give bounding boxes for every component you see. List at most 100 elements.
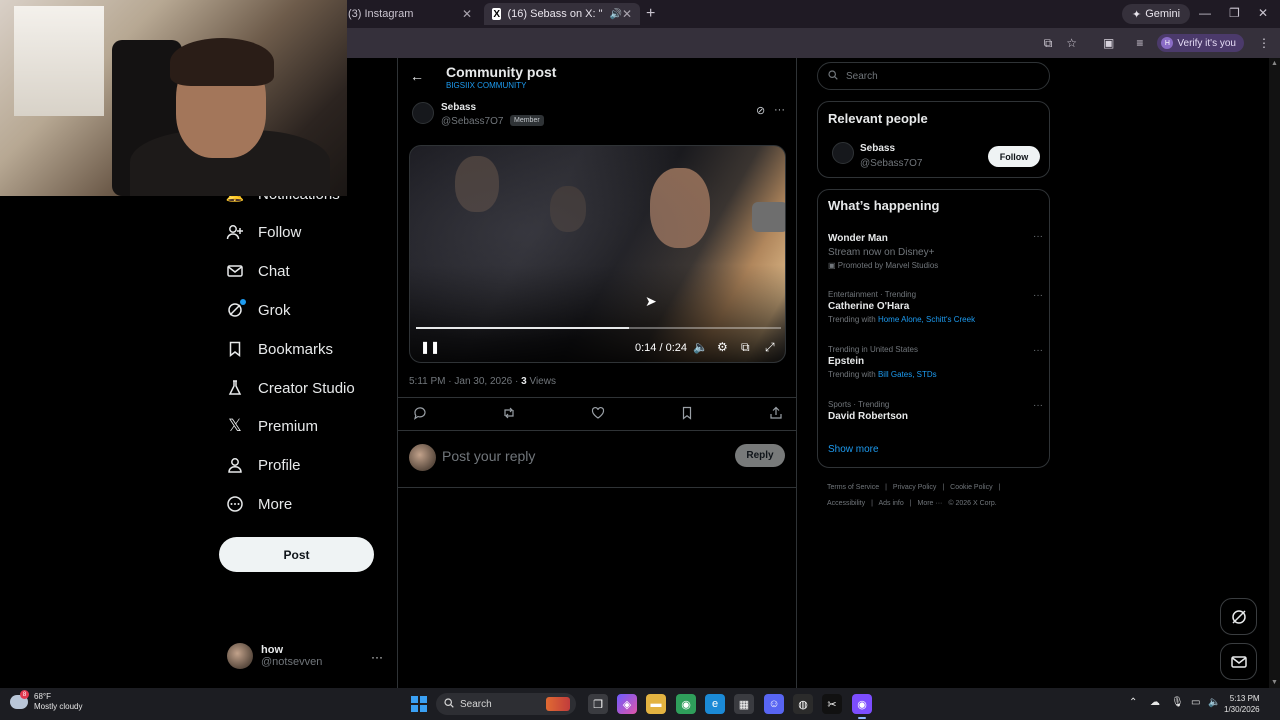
close-window-button[interactable]: ✕ bbox=[1258, 6, 1268, 20]
scroll-up-icon[interactable]: ▲ bbox=[1271, 60, 1278, 67]
nav-item-creator-studio[interactable]: Creator Studio bbox=[226, 374, 355, 402]
nav-item-more[interactable]: More bbox=[226, 490, 292, 518]
cast-icon[interactable]: ⧉ bbox=[1044, 36, 1053, 51]
sparkle-icon: ✦ bbox=[1132, 8, 1142, 21]
pause-icon[interactable]: ❚❚ bbox=[420, 340, 440, 354]
like-icon[interactable] bbox=[591, 406, 605, 423]
chrome-profile-icon[interactable]: ◉ bbox=[852, 694, 872, 719]
messages-fab-button[interactable] bbox=[1220, 643, 1257, 680]
show-more-link[interactable]: Show more bbox=[828, 444, 879, 455]
grok-fab-button[interactable] bbox=[1220, 598, 1257, 635]
file-explorer-icon[interactable]: ▬ bbox=[646, 694, 666, 714]
reply-input[interactable]: Post your reply bbox=[442, 448, 535, 464]
video-progress-bar[interactable] bbox=[416, 327, 781, 329]
follow-button[interactable]: Follow bbox=[988, 146, 1040, 167]
nav-item-premium[interactable]: 𝕏 Premium bbox=[226, 412, 318, 440]
close-icon[interactable]: ✕ bbox=[462, 7, 472, 21]
store-icon[interactable]: ▦ bbox=[734, 694, 754, 714]
footer-separator: | bbox=[885, 484, 887, 491]
author-name[interactable]: Sebass bbox=[441, 102, 476, 113]
person-name[interactable]: Sebass bbox=[860, 143, 895, 154]
nav-item-bookmarks[interactable]: Bookmarks bbox=[226, 335, 333, 363]
onedrive-icon[interactable]: ☁ bbox=[1150, 697, 1160, 708]
nav-item-follow[interactable]: Follow bbox=[226, 218, 301, 246]
nav-item-grok[interactable]: Grok bbox=[226, 296, 291, 324]
more-horizontal-icon[interactable]: ··· bbox=[1033, 345, 1043, 356]
trend-item[interactable]: Entertainment · Trending Catherine O'Har… bbox=[828, 290, 1043, 324]
footer-link[interactable]: More ··· bbox=[918, 500, 943, 507]
minimize-button[interactable]: — bbox=[1199, 6, 1211, 20]
more-horizontal-icon[interactable]: ··· bbox=[774, 104, 785, 116]
microphone-icon[interactable]: 🎙 bbox=[1171, 697, 1184, 708]
more-horizontal-icon[interactable]: ··· bbox=[1033, 290, 1043, 301]
settings-icon[interactable]: ⚙ bbox=[717, 340, 728, 354]
new-tab-button[interactable]: + bbox=[646, 5, 655, 23]
pip-icon[interactable]: ⧉ bbox=[741, 340, 750, 355]
search-input[interactable]: Search bbox=[817, 62, 1050, 90]
weather-widget[interactable]: 8 68°F Mostly cloudy bbox=[10, 690, 82, 712]
volume-icon[interactable]: 🔈 bbox=[693, 340, 708, 354]
tab-search-icon[interactable]: ≡ bbox=[1136, 36, 1143, 50]
speaker-icon[interactable]: 🔊 bbox=[609, 9, 621, 20]
back-arrow-icon[interactable]: ← bbox=[410, 68, 424, 84]
volume-icon[interactable]: 🔈 bbox=[1208, 697, 1220, 708]
footer-link[interactable]: Terms of Service bbox=[827, 484, 879, 491]
chevron-up-icon[interactable]: ⌃ bbox=[1129, 697, 1137, 708]
windows-start-icon[interactable] bbox=[411, 696, 427, 712]
gemini-button[interactable]: ✦ Gemini bbox=[1122, 4, 1191, 24]
star-icon[interactable]: ☆ bbox=[1066, 36, 1077, 50]
scroll-down-icon[interactable]: ▼ bbox=[1271, 679, 1278, 686]
avatar[interactable] bbox=[832, 142, 854, 164]
person-handle[interactable]: @Sebass7O7 bbox=[860, 158, 922, 169]
trend-links[interactable]: Bill Gates, STDs bbox=[878, 370, 937, 379]
nav-item-profile[interactable]: Profile bbox=[226, 451, 301, 479]
nav-item-chat[interactable]: Chat bbox=[226, 257, 290, 285]
more-horizontal-icon[interactable]: ··· bbox=[1033, 400, 1043, 411]
footer-link[interactable]: Accessibility bbox=[827, 500, 865, 507]
video-player[interactable]: ❚❚ 0:14 / 0:24 🔈 ⚙ ⧉ ⤢ ➤ bbox=[409, 145, 786, 363]
close-icon[interactable]: ✕ bbox=[622, 7, 632, 21]
footer-link[interactable]: Cookie Policy bbox=[950, 484, 992, 491]
trend-item[interactable]: Trending in United States Epstein Trendi… bbox=[828, 345, 1043, 379]
chrome-icon[interactable]: ◉ bbox=[676, 694, 696, 714]
avatar[interactable] bbox=[412, 102, 434, 124]
verify-profile-button[interactable]: H Verify it's you bbox=[1157, 34, 1244, 52]
trend-links[interactable]: Home Alone, Schitt's Creek bbox=[878, 315, 975, 324]
trend-item[interactable]: Wonder Man Stream now on Disney+ ▣ Promo… bbox=[828, 231, 1043, 270]
kebab-menu-icon[interactable]: ⋮ bbox=[1258, 36, 1270, 50]
network-icon[interactable]: ▭ bbox=[1191, 697, 1200, 708]
repost-icon[interactable] bbox=[502, 406, 516, 423]
share-icon[interactable] bbox=[769, 406, 783, 423]
community-link[interactable]: BIGSIIX COMMUNITY bbox=[446, 81, 526, 90]
footer-link[interactable]: Privacy Policy bbox=[893, 484, 937, 491]
reply-button[interactable]: Reply bbox=[735, 444, 785, 467]
notification-dot bbox=[240, 299, 246, 305]
tab-instagram[interactable]: (3) Instagram ✕ bbox=[340, 3, 480, 25]
bookmark-icon[interactable] bbox=[680, 406, 694, 423]
account-switcher[interactable]: how @notsevven bbox=[227, 643, 322, 669]
obs-icon[interactable]: ◍ bbox=[793, 694, 813, 714]
reply-icon[interactable] bbox=[413, 406, 427, 423]
taskbar-search[interactable]: Search bbox=[436, 693, 576, 715]
discord-icon[interactable]: ☺ bbox=[764, 694, 784, 714]
copilot-icon[interactable]: ◈ bbox=[617, 694, 637, 714]
more-horizontal-icon[interactable]: ··· bbox=[371, 650, 383, 664]
task-view-icon[interactable]: ❐ bbox=[588, 694, 608, 714]
post-button[interactable]: Post bbox=[219, 537, 374, 572]
page-scrollbar[interactable]: ▲ ▼ bbox=[1269, 58, 1280, 688]
tab-x-post[interactable]: X (16) Sebass on X: "https://t 🔊 ✕ bbox=[484, 3, 640, 25]
fullscreen-icon[interactable]: ⤢ bbox=[765, 340, 775, 355]
system-clock[interactable]: 5:13 PM 1/30/2026 bbox=[1224, 693, 1260, 715]
grok-icon[interactable]: ⊘ bbox=[756, 104, 765, 117]
capcut-icon[interactable]: ✂ bbox=[822, 694, 842, 714]
sidepanel-icon[interactable]: ▣ bbox=[1103, 36, 1114, 50]
post-timestamp[interactable]: 5:11 PM · Jan 30, 2026 · bbox=[409, 376, 521, 387]
more-horizontal-icon[interactable]: ··· bbox=[1033, 231, 1043, 242]
footer-link[interactable]: Ads info bbox=[878, 500, 903, 507]
author-handle[interactable]: @Sebass7O7 bbox=[441, 116, 503, 127]
card-title: Relevant people bbox=[828, 111, 928, 126]
restore-button[interactable]: ❐ bbox=[1229, 6, 1240, 20]
trend-item[interactable]: Sports · Trending David Robertson ··· bbox=[828, 400, 1043, 422]
page-title: Community post bbox=[446, 64, 557, 80]
edge-icon[interactable]: e bbox=[705, 694, 725, 714]
